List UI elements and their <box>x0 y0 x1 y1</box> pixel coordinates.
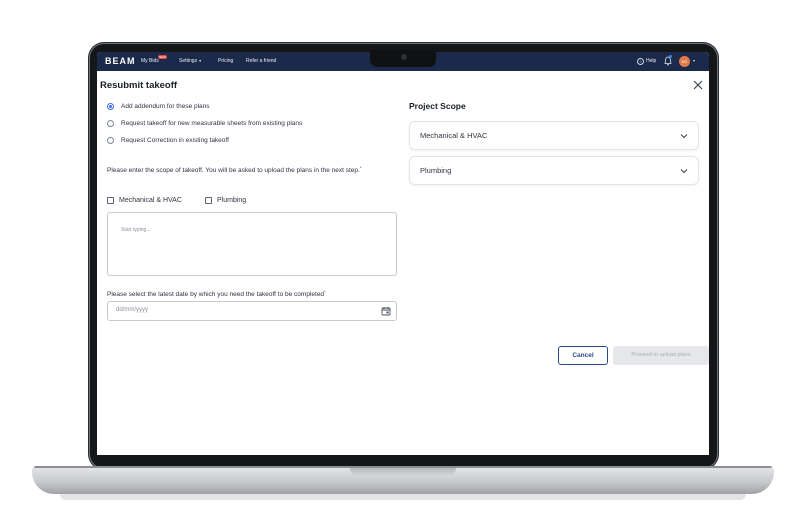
radio-request-new-sheets[interactable]: Request takeoff for new measurable sheet… <box>107 118 302 128</box>
accordion-label: Mechanical & HVAC <box>420 131 488 140</box>
scope-textarea[interactable]: Start typing... <box>107 212 397 276</box>
help-label: Help <box>646 58 657 64</box>
laptop-shadow <box>60 494 746 500</box>
nav-refer-a-friend[interactable]: Refer a friend <box>246 58 276 64</box>
help-icon: ? <box>637 58 644 65</box>
radio-label: Request Correction in existing takeoff <box>121 136 229 144</box>
calendar-icon[interactable] <box>381 306 391 316</box>
required-mark: * <box>359 165 362 170</box>
radio-button[interactable] <box>107 136 114 144</box>
checkbox-label: Mechanical & HVAC <box>119 196 182 204</box>
radio-label: Add addendum for these plans <box>121 102 210 110</box>
new-badge: NEW <box>158 55 167 59</box>
modal-title: Resubmit takeoff <box>100 80 178 91</box>
cancel-button[interactable]: Cancel <box>558 346 608 365</box>
accordion-plumbing[interactable]: Plumbing <box>409 156 699 185</box>
laptop-opening-groove <box>350 468 456 476</box>
notification-dot <box>669 55 672 58</box>
nav-my-bids[interactable]: My Bids <box>141 58 159 64</box>
chevron-down-icon <box>680 169 688 174</box>
checkbox[interactable] <box>205 196 212 204</box>
date-input[interactable]: dd/mm/yyyy <box>107 301 397 321</box>
nav-settings[interactable]: Settings ▾ <box>179 58 201 64</box>
nav-settings-label: Settings <box>179 58 198 64</box>
scope-instructions: Please enter the scope of takeoff. You w… <box>107 161 407 177</box>
radio-label: Request takeoff for new measurable sheet… <box>121 119 303 127</box>
radio-button[interactable] <box>107 119 114 127</box>
date-label-text: Please select the latest date by which y… <box>107 291 325 298</box>
radio-request-correction[interactable]: Request Correction in existing takeoff <box>107 135 229 145</box>
beam-logo[interactable]: BEAM <box>105 56 136 66</box>
checkbox[interactable] <box>107 196 114 204</box>
chevron-down-icon <box>680 134 688 139</box>
app-screen: BEAM My Bids NEW Settings ▾ Pricing Refer… <box>97 52 709 455</box>
camera-icon <box>401 54 407 60</box>
chevron-down-icon: ▾ <box>199 58 202 63</box>
scope-instructions-text: Please enter the scope of takeoff. You w… <box>107 167 360 174</box>
accordion-mechanical-hvac[interactable]: Mechanical & HVAC <box>409 121 699 150</box>
project-scope-title: Project Scope <box>409 101 466 111</box>
close-icon[interactable] <box>693 80 703 90</box>
accordion-label: Plumbing <box>420 166 452 175</box>
help-link[interactable]: ? Help <box>637 58 656 65</box>
checkbox-label: Plumbing <box>217 196 247 204</box>
checkbox-mechanical-hvac[interactable]: Mechanical & HVAC <box>107 195 182 205</box>
required-mark: * <box>324 289 326 294</box>
nav-pricing[interactable]: Pricing <box>218 58 233 64</box>
proceed-button[interactable]: Proceed to upload plans <box>613 346 709 365</box>
chevron-down-icon[interactable]: ▾ <box>693 58 695 63</box>
radio-button[interactable] <box>107 102 114 110</box>
avatar[interactable]: KG <box>679 56 690 67</box>
date-label: Please select the latest date by which y… <box>107 289 326 298</box>
radio-add-addendum[interactable]: Add addendum for these plans <box>107 101 210 111</box>
checkbox-plumbing[interactable]: Plumbing <box>205 195 246 205</box>
